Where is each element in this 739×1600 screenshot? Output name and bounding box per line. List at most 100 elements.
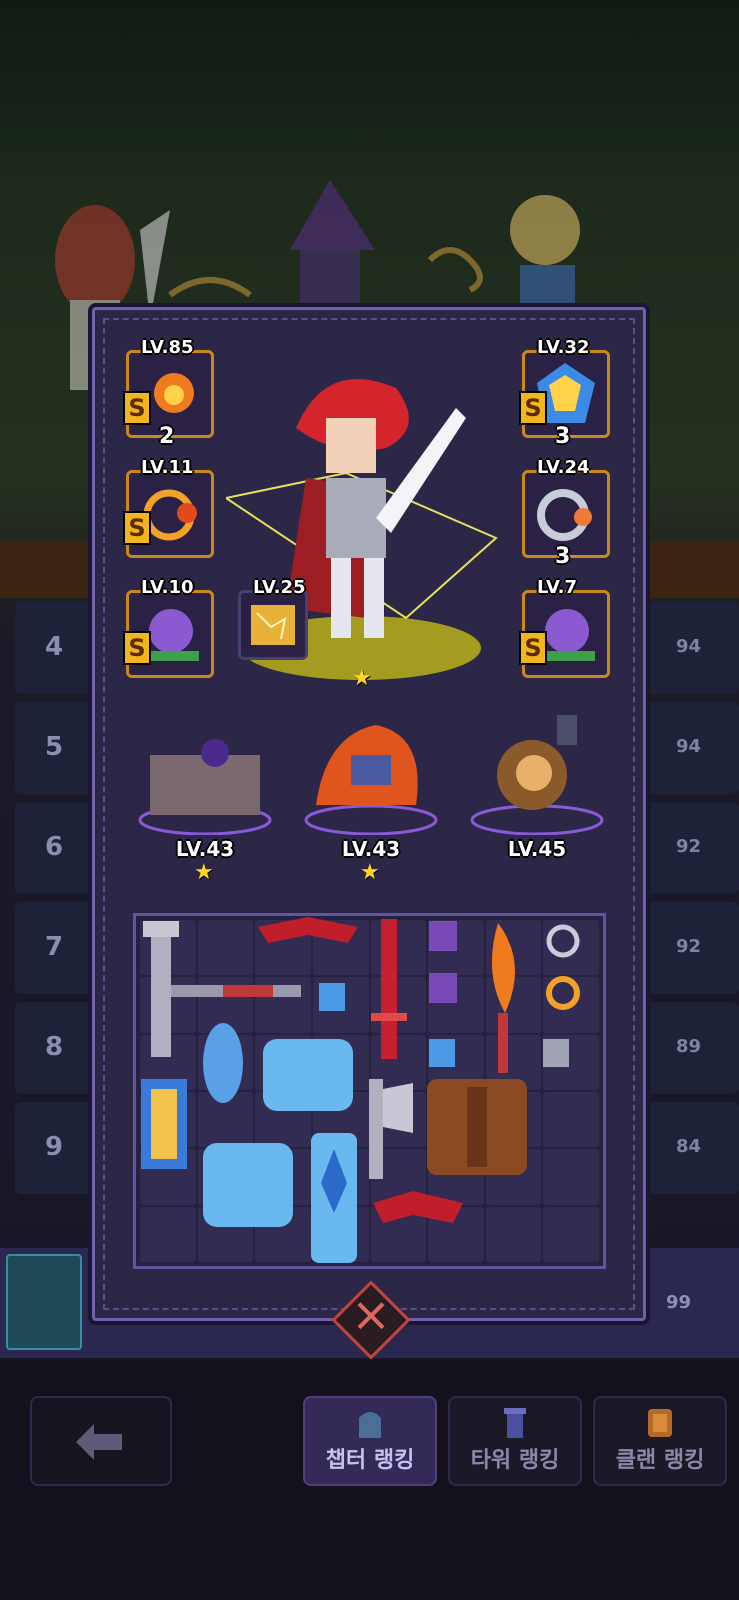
inventory-cell[interactable]	[370, 1091, 427, 1148]
inventory-grid	[133, 913, 606, 1269]
pet-slot-2[interactable]: LV.43 ★	[296, 705, 446, 885]
inventory-cell[interactable]	[312, 1091, 369, 1148]
tombstone-icon	[359, 1412, 381, 1438]
inventory-cell[interactable]	[140, 920, 196, 976]
inventory-cell[interactable]	[140, 1149, 196, 1205]
inventory-cell[interactable]	[312, 1206, 369, 1262]
inventory-cell[interactable]	[255, 1206, 311, 1262]
clan-shield-icon	[648, 1409, 672, 1437]
rank-score: 92	[675, 836, 701, 857]
equip-slot-weapon[interactable]: LV.85 S 2	[123, 337, 214, 449]
inventory-cell[interactable]	[428, 977, 484, 1033]
inventory-cell[interactable]	[370, 1034, 427, 1090]
s-grade-badge: S	[123, 391, 151, 425]
rank-score: 84	[675, 1136, 701, 1157]
inventory-cell[interactable]	[485, 920, 542, 976]
equip-slot-relic[interactable]: LV.25	[238, 577, 308, 660]
inventory-cell[interactable]	[197, 1206, 254, 1262]
inventory-cell[interactable]	[197, 1034, 254, 1090]
inventory-cell[interactable]	[428, 1034, 484, 1090]
rank-score: 94	[675, 736, 701, 757]
inventory-cell[interactable]	[197, 977, 254, 1033]
tombstone-rank-icon	[6, 1254, 82, 1350]
inventory-cell[interactable]	[543, 977, 599, 1033]
tab-label: 클랜 랭킹	[615, 1448, 705, 1473]
pet-level: LV.43	[341, 837, 401, 861]
inventory-cell[interactable]	[197, 1149, 254, 1205]
equip-count: 3	[555, 544, 571, 569]
fire-dragon-pet-icon	[304, 725, 438, 836]
inventory-cell[interactable]	[428, 1206, 484, 1262]
close-icon	[357, 1302, 385, 1330]
rank-number: 8	[45, 1032, 64, 1062]
inventory-cell[interactable]	[197, 1091, 254, 1148]
tab-chapter-ranking[interactable]: 챕터 랭킹	[303, 1396, 437, 1486]
back-button[interactable]	[30, 1396, 172, 1486]
inventory-cell[interactable]	[428, 920, 484, 976]
back-arrow-icon	[76, 1424, 122, 1460]
equip-level: LV.7	[537, 577, 577, 598]
inventory-cell[interactable]	[370, 1149, 427, 1205]
inventory-cell[interactable]	[197, 920, 254, 976]
inventory-cell[interactable]	[140, 977, 196, 1033]
inventory-cell[interactable]	[370, 977, 427, 1033]
inventory-cell[interactable]	[485, 1206, 542, 1262]
rank-number: 4	[45, 632, 64, 662]
inventory-cell[interactable]	[543, 920, 599, 976]
tab-label: 타워 랭킹	[470, 1448, 560, 1473]
inventory-cell[interactable]	[485, 1149, 542, 1205]
hero-star: ★	[352, 666, 372, 691]
pet-slot-3[interactable]: LV.45	[462, 705, 612, 885]
inventory-cell[interactable]	[370, 920, 427, 976]
inventory-cell[interactable]	[428, 1149, 484, 1205]
tower-icon	[504, 1408, 526, 1438]
tab-tower-ranking[interactable]: 타워 랭킹	[448, 1396, 582, 1486]
rank-number: 9	[45, 1132, 64, 1162]
inventory-cell[interactable]	[485, 1034, 542, 1090]
inventory-cell[interactable]	[312, 1034, 369, 1090]
inventory-cell[interactable]	[312, 920, 369, 976]
equip-count: 3	[555, 424, 571, 449]
my-score: 99	[665, 1292, 691, 1313]
inventory-cell[interactable]	[255, 1034, 311, 1090]
pet-level: LV.45	[507, 837, 567, 861]
pet-level: LV.43	[175, 837, 235, 861]
s-grade-badge: S	[123, 631, 151, 665]
inventory-cell[interactable]	[140, 1091, 196, 1148]
rank-number: 6	[45, 832, 64, 862]
inventory-cell[interactable]	[370, 1206, 427, 1262]
inventory-cell[interactable]	[543, 1206, 599, 1262]
equip-slot-ring[interactable]: LV.11 S	[123, 457, 214, 558]
inventory-cell[interactable]	[140, 1034, 196, 1090]
inventory-cell[interactable]	[485, 1091, 542, 1148]
treasure-chest-pet-icon	[138, 739, 272, 836]
inventory-cell[interactable]	[255, 1149, 311, 1205]
inventory-cell[interactable]	[543, 1149, 599, 1205]
inventory-cell[interactable]	[543, 1034, 599, 1090]
equip-level: LV.10	[141, 577, 194, 598]
inventory-cell[interactable]	[255, 977, 311, 1033]
pet-star: ★	[194, 860, 214, 885]
s-grade-badge: S	[123, 511, 151, 545]
rank-number: 5	[45, 732, 64, 762]
inventory-cell[interactable]	[428, 1091, 484, 1148]
inventory-cell[interactable]	[543, 1091, 599, 1148]
equip-slot-ring-2[interactable]: LV.24 3	[522, 457, 610, 569]
inventory-cell[interactable]	[485, 977, 542, 1033]
inventory-cell[interactable]	[255, 920, 311, 976]
equip-level: LV.25	[253, 577, 306, 598]
equip-level: LV.11	[141, 457, 194, 478]
inventory-cell[interactable]	[140, 1206, 196, 1262]
equip-slot-charm-2[interactable]: LV.7 S	[519, 577, 610, 678]
tab-label: 챕터 랭킹	[325, 1448, 415, 1473]
equip-slot-armor[interactable]: LV.32 S 3	[519, 337, 610, 449]
equip-level: LV.24	[537, 457, 590, 478]
equip-slot-charm[interactable]: LV.10 S	[123, 577, 214, 678]
inventory-cell[interactable]	[312, 1149, 369, 1205]
pet-slot-1[interactable]: LV.43 ★	[130, 705, 280, 885]
tab-clan-ranking[interactable]: 클랜 랭킹	[593, 1396, 727, 1486]
equip-level: LV.85	[141, 337, 194, 358]
inventory-cell[interactable]	[255, 1091, 311, 1148]
silver-ring-icon	[537, 489, 592, 541]
inventory-cell[interactable]	[312, 977, 369, 1033]
